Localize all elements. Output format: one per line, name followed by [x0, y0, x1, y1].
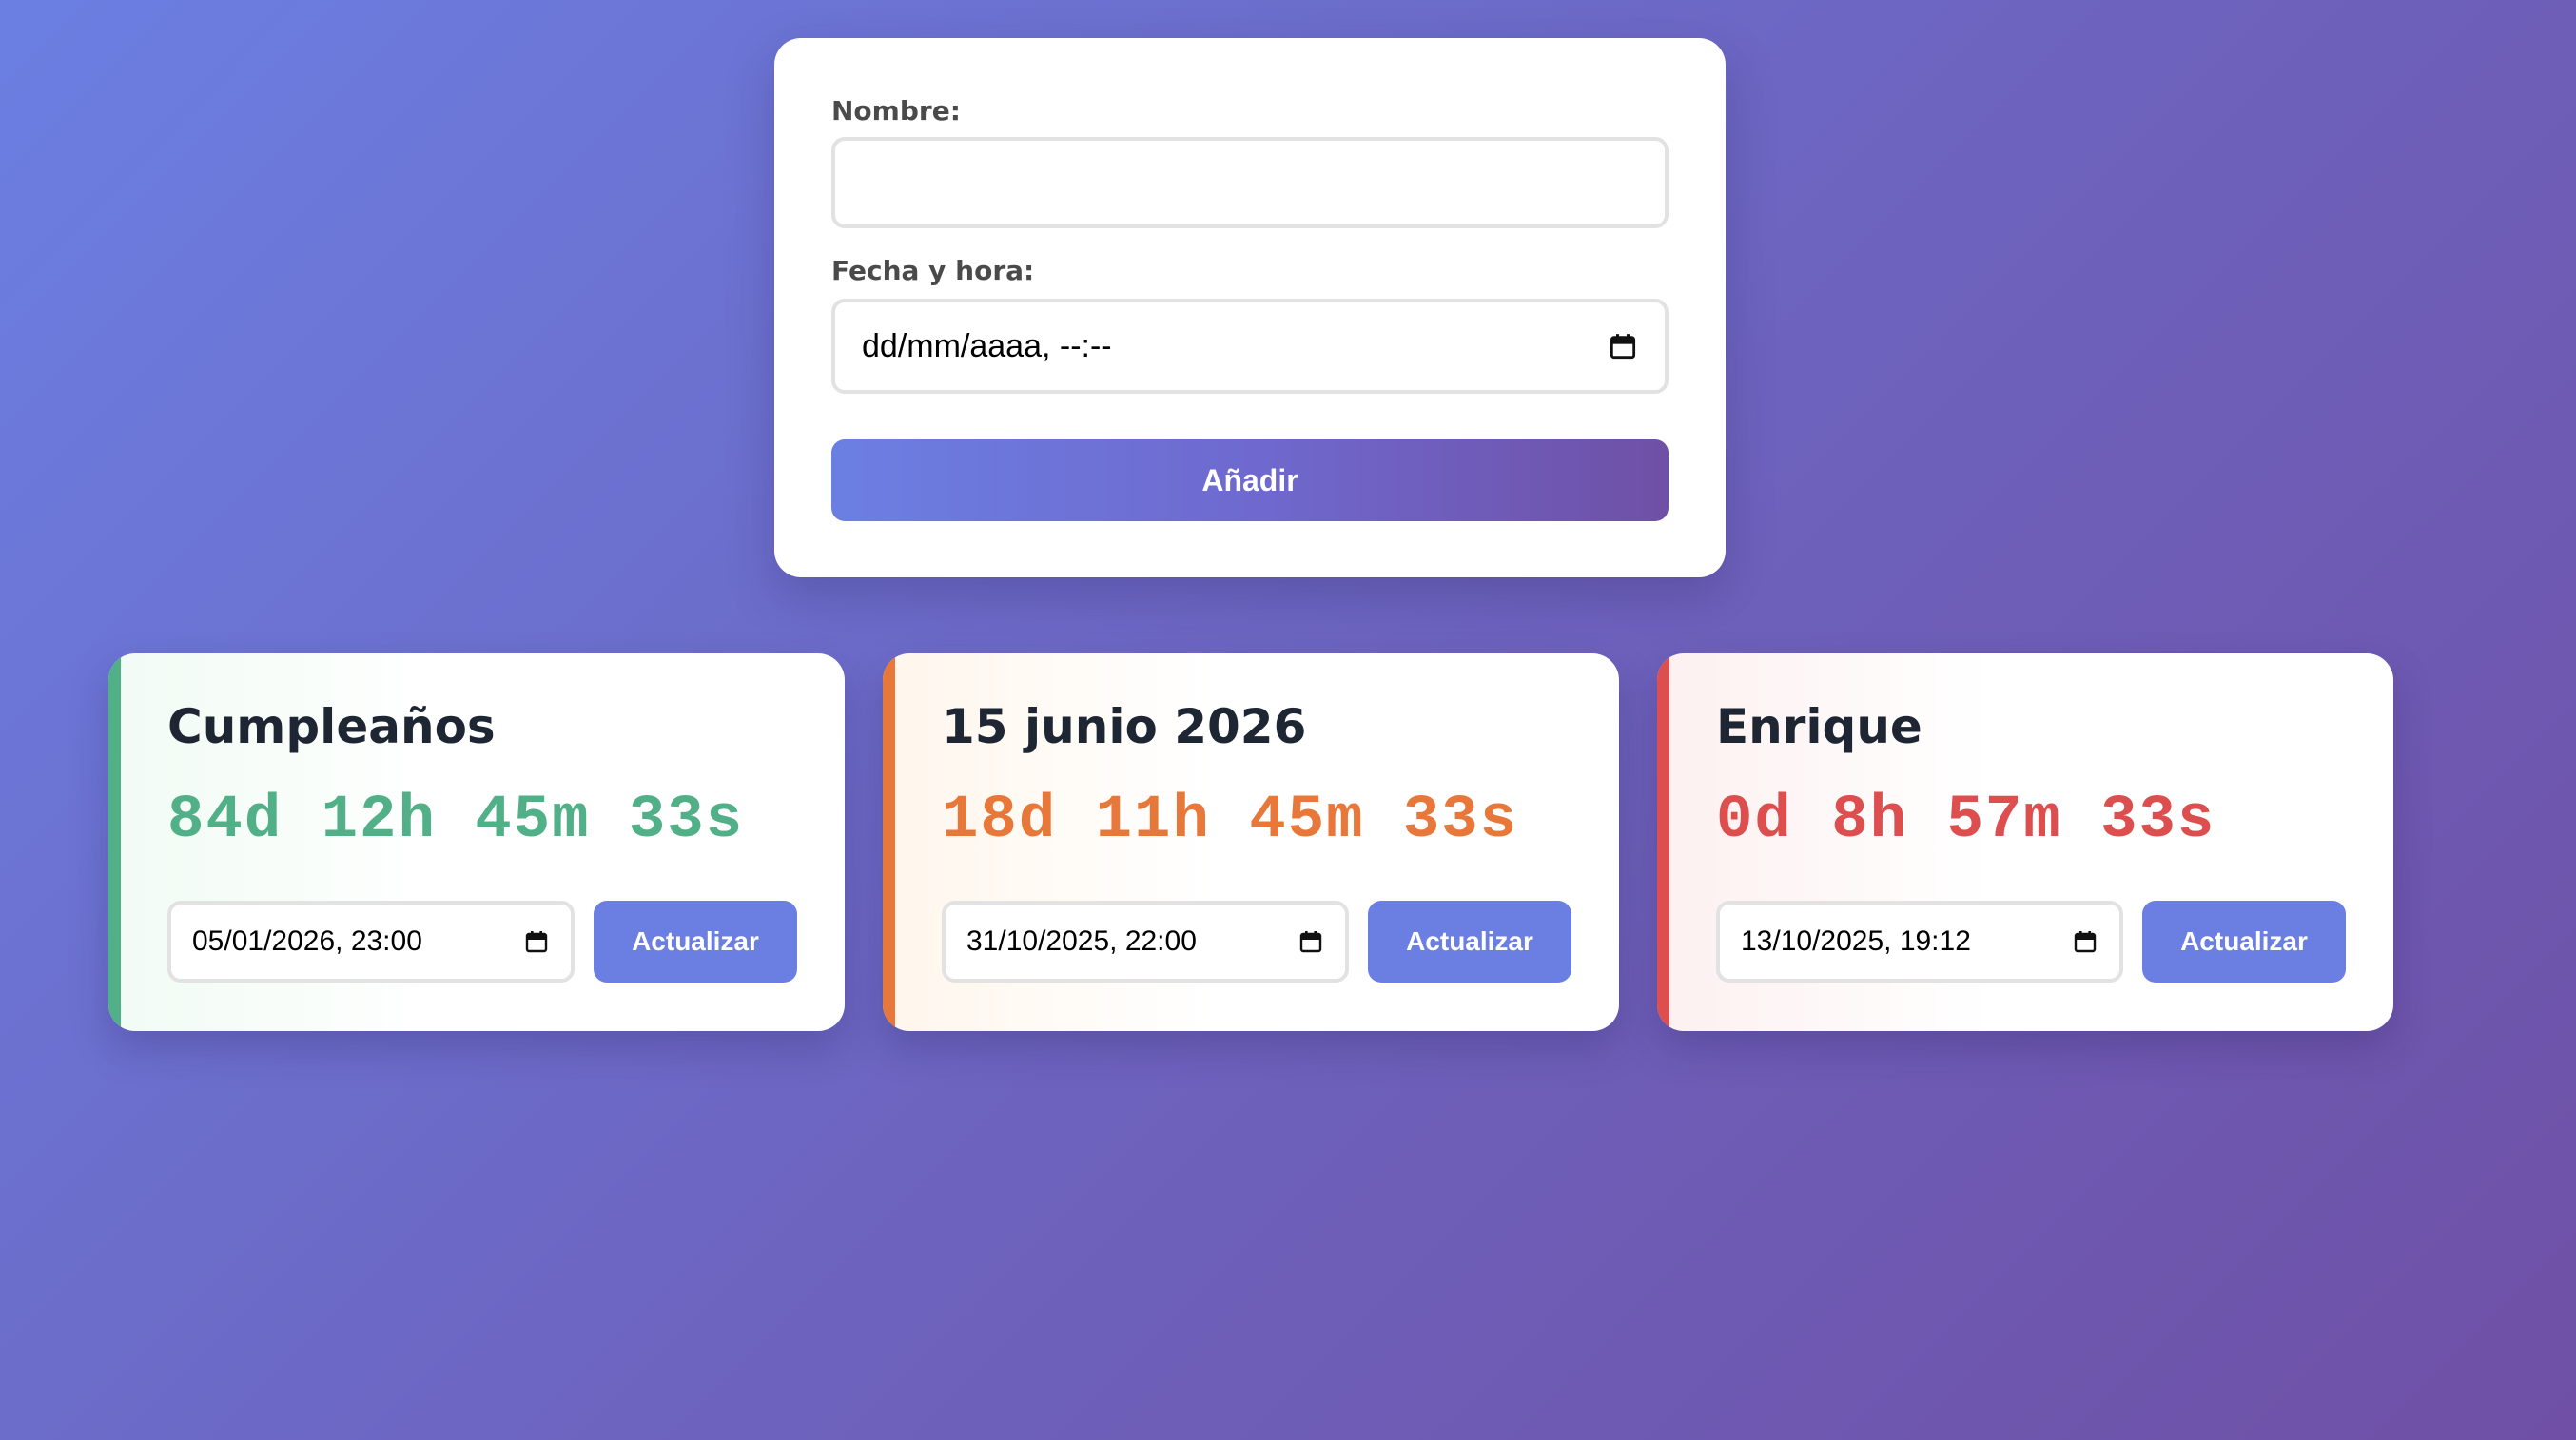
card-title: Enrique — [1716, 699, 1922, 754]
card-datetime-value: 13/10/2025, 19:12 — [1741, 925, 1971, 957]
countdown-card: Enrique 0d 8h 57m 33s 13/10/2025, 19:12 … — [1657, 653, 2393, 1031]
card-title: Cumpleaños — [167, 699, 496, 754]
countdown-card: 15 junio 2026 18d 11h 45m 33s 31/10/2025… — [883, 653, 1619, 1031]
date-label: Fecha y hora: — [831, 255, 1035, 286]
name-label: Nombre: — [831, 95, 961, 126]
calendar-icon[interactable] — [2074, 930, 2097, 953]
calendar-icon[interactable] — [525, 930, 548, 953]
add-button[interactable]: Añadir — [831, 439, 1669, 521]
card-accent-stripe — [108, 653, 121, 1031]
card-datetime-value: 05/01/2026, 23:00 — [192, 925, 422, 957]
calendar-icon[interactable] — [1299, 930, 1322, 953]
datetime-input-placeholder: dd/mm/aaaa, --:-- — [862, 327, 1112, 364]
card-datetime-input[interactable]: 31/10/2025, 22:00 — [942, 901, 1349, 983]
countdown-text: 0d 8h 57m 33s — [1716, 787, 2216, 855]
name-input[interactable] — [831, 137, 1669, 228]
datetime-input[interactable]: dd/mm/aaaa, --:-- — [831, 299, 1669, 394]
countdown-card: Cumpleaños 84d 12h 45m 33s 05/01/2026, 2… — [108, 653, 845, 1031]
calendar-icon[interactable] — [1610, 333, 1636, 360]
countdown-text: 84d 12h 45m 33s — [167, 787, 745, 855]
card-datetime-value: 31/10/2025, 22:00 — [966, 925, 1197, 957]
countdown-text: 18d 11h 45m 33s — [942, 787, 1519, 855]
card-title: 15 junio 2026 — [942, 699, 1307, 754]
card-accent-stripe — [1657, 653, 1669, 1031]
card-accent-stripe — [883, 653, 895, 1031]
add-event-form: Nombre: Fecha y hora: dd/mm/aaaa, --:-- … — [774, 38, 1726, 577]
card-datetime-input[interactable]: 05/01/2026, 23:00 — [167, 901, 575, 983]
update-button[interactable]: Actualizar — [1368, 901, 1571, 983]
card-datetime-input[interactable]: 13/10/2025, 19:12 — [1716, 901, 2123, 983]
update-button[interactable]: Actualizar — [2142, 901, 2346, 983]
update-button[interactable]: Actualizar — [594, 901, 797, 983]
